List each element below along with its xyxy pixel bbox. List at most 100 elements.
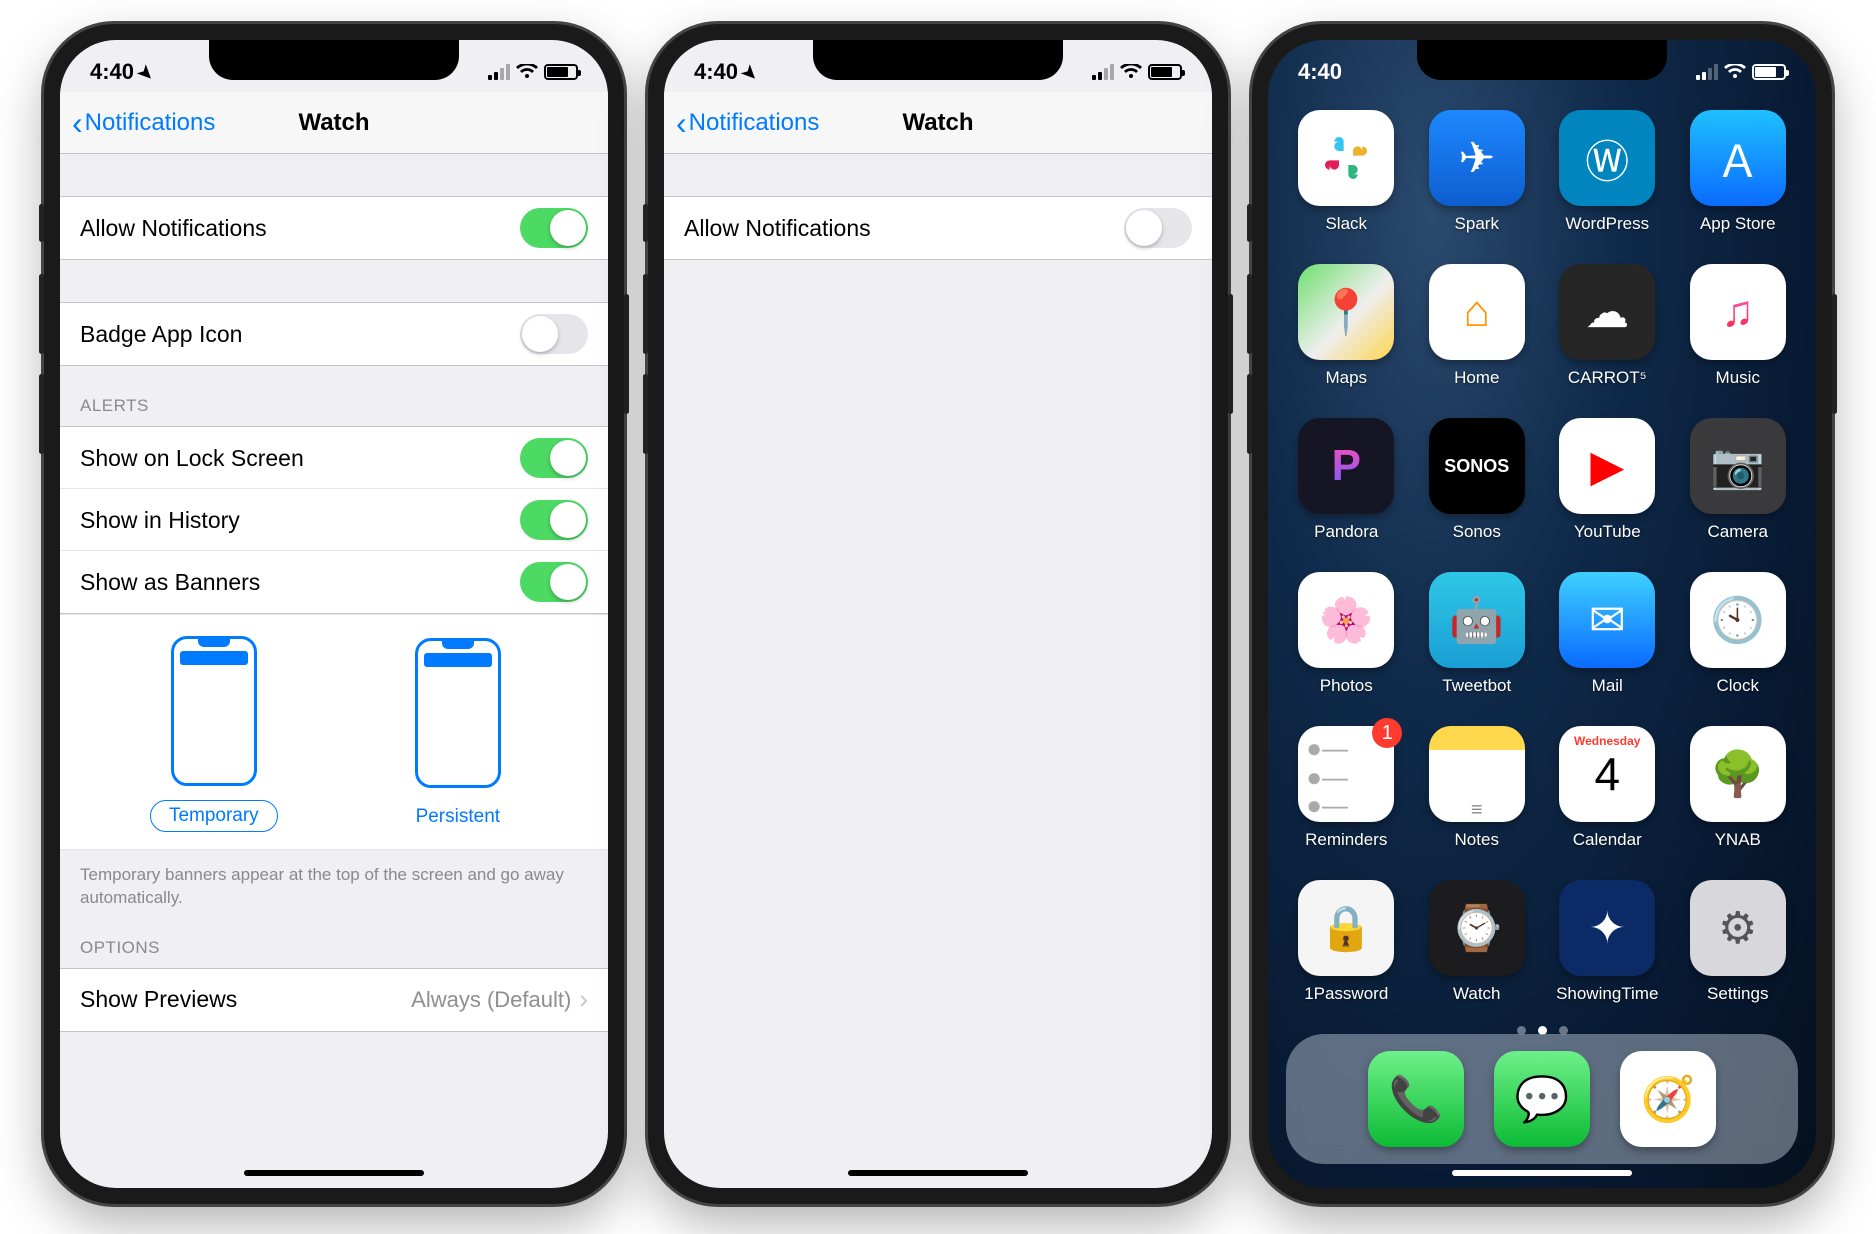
chevron-right-icon: › (579, 984, 588, 1015)
allow-notifications-toggle[interactable] (1124, 208, 1192, 248)
location-icon: ➤ (737, 61, 763, 87)
calendar-icon: Wednesday4 (1559, 726, 1655, 822)
wordpress-icon: Ⓦ (1559, 110, 1655, 206)
carrot-icon: ☁ (1559, 264, 1655, 360)
app-messages[interactable]: 💬 (1494, 1051, 1590, 1147)
show-banners-label: Show as Banners (80, 569, 260, 596)
show-banners-toggle[interactable] (520, 562, 588, 602)
camera-icon: 📷 (1690, 418, 1786, 514)
app-ynab[interactable]: 🌳YNAB (1682, 726, 1795, 850)
banner-persistent-label: Persistent (398, 802, 518, 832)
notes-icon: ≡ (1429, 726, 1525, 822)
location-icon: ➤ (133, 61, 159, 87)
watch-icon: ⌚ (1429, 880, 1525, 976)
app-camera[interactable]: 📷Camera (1682, 418, 1795, 542)
show-lock-screen-label: Show on Lock Screen (80, 445, 304, 472)
phone-frame-3: 4:40 Slack ✈Spark ⓌWordPress ＡApp Store … (1252, 24, 1832, 1204)
screen-home[interactable]: 4:40 Slack ✈Spark ⓌWordPress ＡApp Store … (1268, 40, 1816, 1188)
show-history-label: Show in History (80, 507, 240, 534)
cellular-icon (1696, 64, 1718, 80)
battery-icon (1148, 64, 1182, 80)
dock: 📞 💬 🧭 (1286, 1034, 1798, 1164)
allow-notifications-label: Allow Notifications (80, 215, 267, 242)
app-safari[interactable]: 🧭 (1620, 1051, 1716, 1147)
app-1password[interactable]: 🔒1Password (1290, 880, 1403, 1004)
back-button[interactable]: ‹ Notifications (676, 107, 819, 139)
back-label: Notifications (689, 109, 820, 137)
app-settings[interactable]: ⚙Settings (1682, 880, 1795, 1004)
clock-icon: 🕙 (1690, 572, 1786, 668)
show-history-toggle[interactable] (520, 500, 588, 540)
app-wordpress[interactable]: ⓌWordPress (1551, 110, 1664, 234)
phone-frame-2: 4:40➤ ‹ Notifications Watch Allow Notifi… (648, 24, 1228, 1204)
banner-style-row: Temporary Persistent (60, 614, 608, 850)
notch (1417, 40, 1667, 80)
app-spark[interactable]: ✈Spark (1421, 110, 1534, 234)
tweetbot-icon: 🤖 (1429, 572, 1525, 668)
screen-settings-off: 4:40➤ ‹ Notifications Watch Allow Notifi… (664, 40, 1212, 1188)
app-notes[interactable]: ≡Notes (1421, 726, 1534, 850)
back-label: Notifications (85, 109, 216, 137)
showingtime-icon: ✦ (1559, 880, 1655, 976)
maps-icon: 📍 (1298, 264, 1394, 360)
notch (209, 40, 459, 80)
app-calendar[interactable]: Wednesday4Calendar (1551, 726, 1664, 850)
banner-temporary-icon (171, 636, 257, 786)
allow-notifications-toggle[interactable] (520, 208, 588, 248)
app-appstore[interactable]: ＡApp Store (1682, 110, 1795, 234)
nav-bar: ‹ Notifications Watch (60, 92, 608, 154)
app-reminders[interactable]: ●—●—●—1Reminders (1290, 726, 1403, 850)
home-grid: Slack ✈Spark ⓌWordPress ＡApp Store 📍Maps… (1268, 92, 1816, 1004)
app-clock[interactable]: 🕙Clock (1682, 572, 1795, 696)
wifi-icon (1724, 64, 1746, 80)
mail-icon: ✉ (1559, 572, 1655, 668)
ynab-icon: 🌳 (1690, 726, 1786, 822)
banner-persistent-icon (415, 638, 501, 788)
back-button[interactable]: ‹ Notifications (72, 107, 215, 139)
banner-persistent-option[interactable]: Persistent (398, 638, 518, 832)
home-indicator[interactable] (244, 1170, 424, 1176)
app-mail[interactable]: ✉Mail (1551, 572, 1664, 696)
photos-icon: 🌸 (1298, 572, 1394, 668)
badge-app-icon-toggle[interactable] (520, 314, 588, 354)
home-indicator[interactable] (1452, 1170, 1632, 1176)
app-sonos[interactable]: SONOSSonos (1421, 418, 1534, 542)
allow-notifications-row: Allow Notifications (664, 197, 1212, 259)
banner-footer-text: Temporary banners appear at the top of t… (60, 850, 608, 932)
alerts-section-header: ALERTS (60, 366, 608, 426)
slack-icon (1298, 110, 1394, 206)
app-home[interactable]: ⌂Home (1421, 264, 1534, 388)
app-youtube[interactable]: ▶YouTube (1551, 418, 1664, 542)
reminders-badge: 1 (1372, 718, 1402, 748)
app-slack[interactable]: Slack (1290, 110, 1403, 234)
banner-temporary-label: Temporary (150, 800, 278, 832)
show-previews-value: Always (Default) (411, 987, 571, 1013)
badge-app-icon-label: Badge App Icon (80, 321, 242, 348)
battery-icon (1752, 64, 1786, 80)
app-music[interactable]: ♫Music (1682, 264, 1795, 388)
app-photos[interactable]: 🌸Photos (1290, 572, 1403, 696)
app-tweetbot[interactable]: 🤖Tweetbot (1421, 572, 1534, 696)
app-showingtime[interactable]: ✦ShowingTime (1551, 880, 1664, 1004)
app-carrot[interactable]: ☁CARROT⁵ (1551, 264, 1664, 388)
allow-notifications-label: Allow Notifications (684, 215, 871, 242)
status-time: 4:40➤ (694, 59, 757, 85)
app-pandora[interactable]: PPandora (1290, 418, 1403, 542)
app-watch[interactable]: ⌚Watch (1421, 880, 1534, 1004)
phone-frame-1: 4:40➤ ‹ Notifications Watch Allow Notifi… (44, 24, 624, 1204)
music-icon: ♫ (1690, 264, 1786, 360)
status-time: 4:40 (1298, 59, 1342, 85)
home-indicator[interactable] (848, 1170, 1028, 1176)
app-phone[interactable]: 📞 (1368, 1051, 1464, 1147)
badge-app-icon-row: Badge App Icon (60, 303, 608, 365)
show-history-row: Show in History (60, 489, 608, 551)
wifi-icon (516, 64, 538, 80)
spark-icon: ✈ (1429, 110, 1525, 206)
show-previews-label: Show Previews (80, 986, 237, 1013)
notch (813, 40, 1063, 80)
banner-temporary-option[interactable]: Temporary (150, 636, 278, 832)
show-lock-screen-toggle[interactable] (520, 438, 588, 478)
pandora-icon: P (1298, 418, 1394, 514)
app-maps[interactable]: 📍Maps (1290, 264, 1403, 388)
show-previews-row[interactable]: Show Previews Always (Default) › (60, 969, 608, 1031)
